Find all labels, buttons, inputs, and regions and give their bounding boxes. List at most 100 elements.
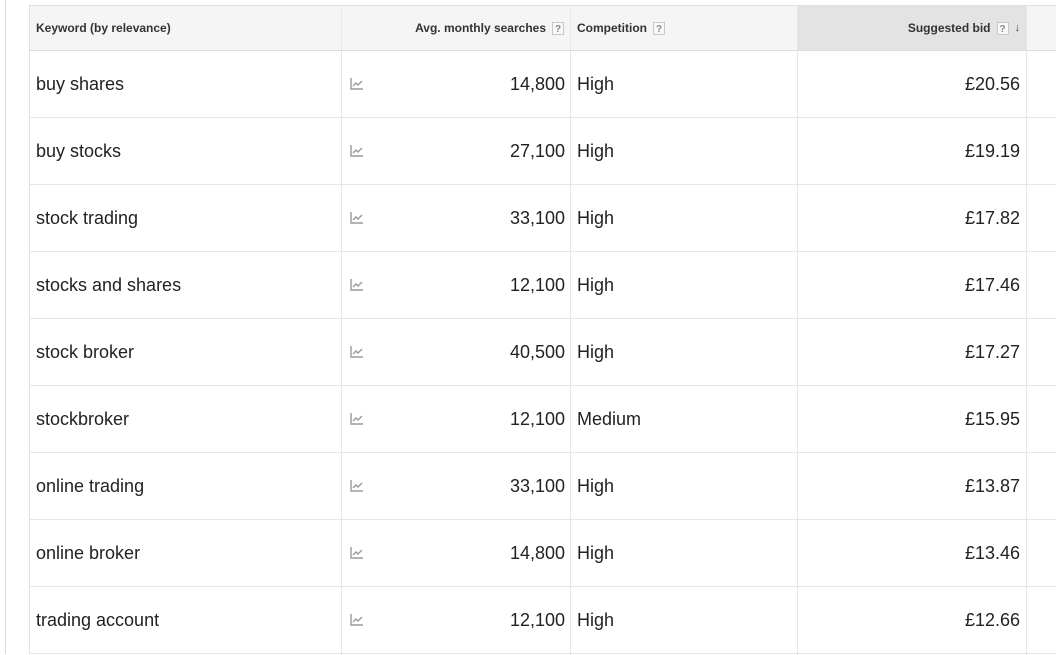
trend-chart-icon-graphic [350,212,363,224]
keyword-text: online broker [36,542,141,563]
trend-chart-icon-graphic [350,614,363,626]
trend-chart-icon[interactable] [350,453,374,519]
bid-value: £15.95 [964,408,1020,429]
keyword-cell[interactable]: stock trading [36,185,336,251]
suggested-bid-cell: £19.19 [800,118,1020,184]
competition-cell: High [577,185,792,251]
avg-monthly-searches-cell: 12,100 [376,587,565,653]
trend-chart-icon[interactable] [350,319,374,385]
table-row: stock broker 40,500 High £17.27 [30,319,1056,386]
keyword-cell[interactable]: online trading [36,453,336,519]
keyword-cell[interactable]: stock broker [36,319,336,385]
sort-descending-icon[interactable]: ↓ [1015,22,1021,34]
column-header-keyword[interactable]: Keyword (by relevance) [36,6,336,50]
column-header-searches[interactable]: Avg. monthly searches ? [342,6,569,50]
trend-chart-icon-graphic [350,413,363,425]
competition-cell: High [577,51,792,117]
keyword-text: stocks and shares [36,274,182,295]
keyword-text: trading account [36,609,160,630]
keyword-text: stockbroker [36,408,130,429]
table-row: online broker 14,800 High £13.46 [30,520,1056,587]
keyword-cell[interactable]: online broker [36,520,336,586]
searches-value: 12,100 [509,274,565,295]
column-header-suggested-bid[interactable]: Suggested bid ? ↓ [798,6,1026,50]
avg-monthly-searches-cell: 33,100 [376,185,565,251]
competition-value: Medium [577,408,642,429]
bid-value: £17.27 [964,341,1020,362]
trend-chart-icon[interactable] [350,520,374,586]
searches-value: 14,800 [509,542,565,563]
keyword-ideas-table: Keyword (by relevance) Avg. monthly sear… [29,5,1056,655]
column-header-competition-label: Competition [577,21,647,35]
competition-cell: High [577,453,792,519]
column-header-bid-label: Suggested bid [907,21,991,35]
avg-monthly-searches-cell: 33,100 [376,453,565,519]
column-header-keyword-label: Keyword (by relevance) [36,21,171,35]
searches-value: 27,100 [509,140,565,161]
avg-monthly-searches-cell: 27,100 [376,118,565,184]
trend-chart-icon[interactable] [350,185,374,251]
table-row: buy shares 14,800 High £20.56 [30,51,1056,118]
keyword-cell[interactable]: buy shares [36,51,336,117]
searches-value: 14,800 [509,73,565,94]
bid-value: £12.66 [964,609,1020,630]
trend-chart-icon[interactable] [350,386,374,452]
searches-value: 33,100 [509,475,565,496]
searches-value: 40,500 [509,341,565,362]
column-divider [1026,6,1027,655]
bid-value: £19.19 [964,140,1020,161]
bid-value: £20.56 [964,73,1020,94]
bid-value: £13.87 [964,475,1020,496]
keyword-cell[interactable]: trading account [36,587,336,653]
column-header-competition[interactable]: Competition ? [571,6,798,50]
avg-monthly-searches-cell: 12,100 [376,386,565,452]
keyword-cell[interactable]: stockbroker [36,386,336,452]
table-header: Keyword (by relevance) Avg. monthly sear… [30,6,1056,51]
competition-value: High [577,475,615,496]
trend-chart-icon-graphic [350,547,363,559]
suggested-bid-cell: £20.56 [800,51,1020,117]
column-divider [797,6,798,655]
table-row: buy stocks 27,100 High £19.19 [30,118,1056,185]
searches-value: 12,100 [509,408,565,429]
trend-chart-icon[interactable] [350,587,374,653]
table-row: online trading 33,100 High £13.87 [30,453,1056,520]
keyword-text: buy shares [36,73,125,94]
keyword-text: buy stocks [36,140,122,161]
help-icon[interactable]: ? [653,21,665,35]
avg-monthly-searches-cell: 14,800 [376,520,565,586]
keyword-cell[interactable]: buy stocks [36,118,336,184]
help-icon[interactable]: ? [996,21,1009,35]
trend-chart-icon[interactable] [350,252,374,318]
trend-chart-icon[interactable] [350,51,374,117]
keyword-cell[interactable]: stocks and shares [36,252,336,318]
column-header-searches-label: Avg. monthly searches [415,21,546,35]
trend-chart-icon-graphic [350,78,363,90]
competition-cell: Medium [577,386,792,452]
competition-cell: High [577,319,792,385]
trend-chart-icon[interactable] [350,118,374,184]
competition-value: High [577,341,615,362]
trend-chart-icon-graphic [350,145,363,157]
bid-value: £17.46 [964,274,1020,295]
table-row: stocks and shares 12,100 High £17.46 [30,252,1056,319]
trend-chart-icon-graphic [350,480,363,492]
column-divider [341,6,342,655]
searches-value: 33,100 [509,207,565,228]
competition-cell: High [577,252,792,318]
avg-monthly-searches-cell: 12,100 [376,252,565,318]
table-row: trading account 12,100 High £12.66 [30,587,1056,654]
avg-monthly-searches-cell: 40,500 [376,319,565,385]
suggested-bid-cell: £13.87 [800,453,1020,519]
suggested-bid-cell: £17.82 [800,185,1020,251]
keyword-text: stock trading [36,207,139,228]
trend-chart-icon-graphic [350,279,363,291]
table-row: stockbroker 12,100 Medium £15.95 [30,386,1056,453]
suggested-bid-cell: £15.95 [800,386,1020,452]
column-divider [570,6,571,655]
competition-cell: High [577,587,792,653]
competition-value: High [577,140,615,161]
page-left-border [5,0,6,654]
help-icon[interactable]: ? [552,21,564,35]
suggested-bid-cell: £17.27 [800,319,1020,385]
